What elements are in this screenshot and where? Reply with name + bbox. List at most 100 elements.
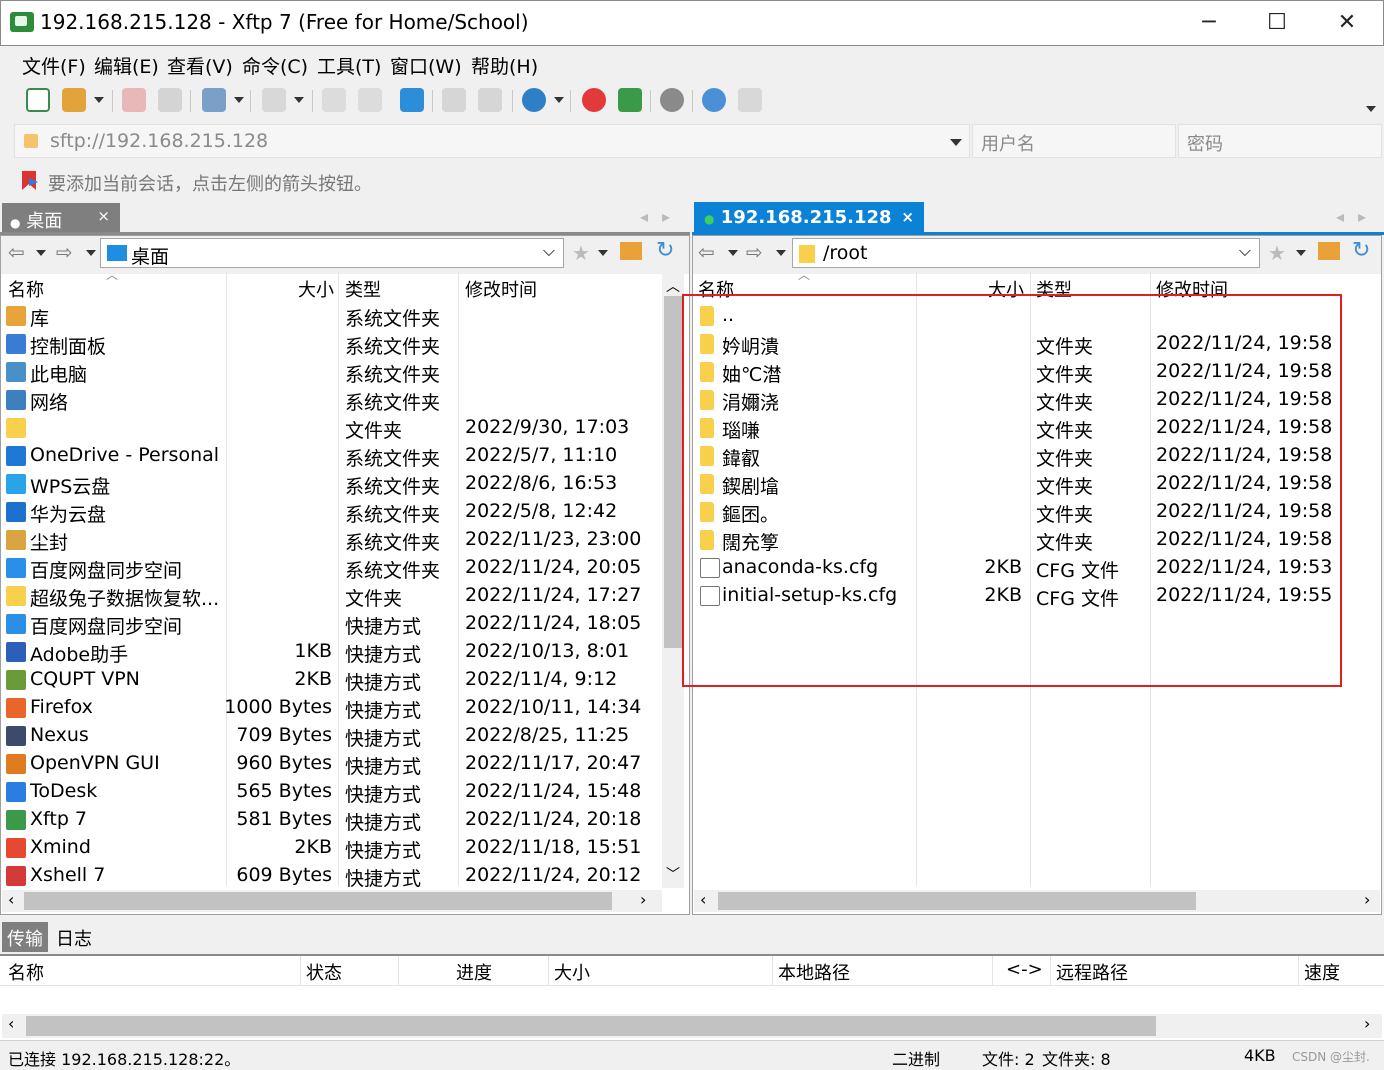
local-home-folder-icon[interactable] — [620, 242, 642, 260]
open-dropdown-icon[interactable] — [94, 97, 104, 103]
local-back-icon[interactable]: ⇦ — [8, 240, 25, 264]
table-row[interactable]: Firefox 1000 Bytes 快捷方式 2022/10/11, 14:34 — [2, 694, 660, 722]
scroll-right-icon[interactable]: › — [1364, 890, 1370, 909]
table-row[interactable]: 尘封 系统文件夹 2022/11/23, 23:00 — [2, 526, 660, 554]
sync-icon[interactable] — [400, 88, 424, 112]
menu-tools[interactable]: 工具(T) — [317, 52, 381, 79]
scroll-right-icon[interactable]: › — [1364, 1014, 1370, 1033]
transfer-col-name[interactable]: 名称 — [8, 959, 44, 985]
local-hscroll-thumb[interactable] — [24, 892, 612, 910]
tab-local-close-button[interactable]: × — [97, 207, 110, 225]
local-vscroll-thumb[interactable] — [664, 296, 682, 648]
remote-path-dropdown-icon[interactable]: ⌵ — [1239, 241, 1251, 261]
remote-favorite-star-icon[interactable]: ★ — [1268, 241, 1286, 265]
table-row[interactable]: CQUPT VPN 2KB 快捷方式 2022/11/4, 9:12 — [2, 666, 660, 694]
transfer-col-progress[interactable]: 进度 — [456, 959, 492, 985]
tab-local-desktop[interactable]: ● 桌面 × — [2, 203, 120, 233]
table-row[interactable]: Xshell 7 609 Bytes 快捷方式 2022/11/24, 20:12 — [2, 862, 660, 890]
xftp-icon[interactable] — [618, 88, 642, 112]
menu-help[interactable]: 帮助(H) — [471, 52, 538, 79]
globe-icon[interactable] — [522, 88, 546, 112]
local-forward-dropdown-icon[interactable] — [86, 250, 96, 256]
paste-icon[interactable] — [478, 88, 502, 112]
address-input[interactable]: sftp://192.168.215.128 — [50, 130, 268, 152]
remote-back-dropdown-icon[interactable] — [728, 250, 738, 256]
settings-gear-icon[interactable] — [660, 88, 684, 112]
transfer-hscroll-thumb[interactable] — [26, 1016, 1156, 1036]
upload-icon[interactable] — [322, 88, 346, 112]
tab-log[interactable]: 日志 — [56, 925, 92, 951]
tab-remote-close-button[interactable]: × — [901, 208, 914, 226]
maximize-button[interactable]: ☐ — [1254, 8, 1300, 38]
table-row[interactable]: OneDrive - Personal 系统文件夹 2022/5/7, 11:10 — [2, 442, 660, 470]
view-dropdown-icon[interactable] — [294, 97, 304, 103]
tab-scroll-left-icon[interactable]: ◂ — [640, 207, 648, 226]
menu-edit[interactable]: 编辑(E) — [94, 52, 159, 79]
table-row[interactable]: 此电脑 系统文件夹 — [2, 358, 660, 386]
table-row[interactable]: 网络 系统文件夹 — [2, 386, 660, 414]
table-row[interactable]: 库 系统文件夹 — [2, 302, 660, 330]
local-col-size[interactable]: 大小 — [298, 276, 334, 302]
menu-file[interactable]: 文件(F) — [22, 52, 86, 79]
local-favorite-dropdown-icon[interactable] — [598, 250, 608, 256]
tab-scroll-left-icon[interactable]: ◂ — [1336, 207, 1344, 226]
menu-command[interactable]: 命令(C) — [242, 52, 308, 79]
local-path-input[interactable]: 桌面 ⌵ — [100, 238, 564, 268]
table-row[interactable]: 文件夹 2022/9/30, 17:03 — [2, 414, 660, 442]
help-icon[interactable] — [702, 88, 726, 112]
local-col-type[interactable]: 类型 — [345, 276, 381, 302]
address-dropdown-icon[interactable] — [950, 139, 962, 146]
xshell-icon[interactable] — [582, 88, 606, 112]
scroll-right-icon[interactable]: › — [640, 890, 646, 909]
menu-view[interactable]: 查看(V) — [167, 52, 233, 79]
local-back-dropdown-icon[interactable] — [36, 250, 46, 256]
remote-hscroll-thumb[interactable] — [718, 892, 1196, 910]
transfer-col-remote-path[interactable]: 远程路径 — [1056, 959, 1128, 985]
table-row[interactable]: 华为云盘 系统文件夹 2022/5/8, 12:42 — [2, 498, 660, 526]
table-row[interactable]: Xmind 2KB 快捷方式 2022/11/18, 15:51 — [2, 834, 660, 862]
local-col-mtime[interactable]: 修改时间 — [465, 276, 537, 302]
local-col-name[interactable]: 名称 — [8, 276, 44, 302]
tab-remote-session[interactable]: ● 192.168.215.128 × — [694, 202, 924, 234]
scroll-down-icon[interactable]: ﹀ — [666, 864, 680, 884]
menu-window[interactable]: 窗口(W) — [390, 52, 462, 79]
disconnect-icon[interactable] — [122, 88, 146, 112]
remote-forward-icon[interactable]: ⇨ — [746, 240, 763, 264]
transfer-col-speed[interactable]: 速度 — [1304, 959, 1340, 985]
table-row[interactable]: 百度网盘同步空间 系统文件夹 2022/11/24, 20:05 — [2, 554, 660, 582]
remote-refresh-icon[interactable]: ↻ — [1352, 238, 1370, 263]
remote-path-input[interactable]: /root ⌵ — [792, 238, 1260, 268]
table-row[interactable]: Xftp 7 581 Bytes 快捷方式 2022/11/24, 20:18 — [2, 806, 660, 834]
table-row[interactable]: OpenVPN GUI 960 Bytes 快捷方式 2022/11/17, 20:4… — [2, 750, 660, 778]
scroll-left-icon[interactable]: ‹ — [8, 890, 14, 909]
transfer-col-local-path[interactable]: 本地路径 — [778, 959, 850, 985]
password-field[interactable]: 密码 — [1178, 124, 1382, 158]
table-row[interactable]: Nexus 709 Bytes 快捷方式 2022/8/25, 11:25 — [2, 722, 660, 750]
local-refresh-icon[interactable]: ↻ — [656, 238, 674, 263]
transfer-col-direction[interactable]: <-> — [1006, 959, 1043, 980]
close-button[interactable]: ✕ — [1324, 8, 1370, 38]
table-row[interactable]: 百度网盘同步空间 快捷方式 2022/11/24, 18:05 — [2, 610, 660, 638]
scroll-left-icon[interactable]: ‹ — [8, 1014, 14, 1033]
scroll-up-icon[interactable]: ︿ — [666, 276, 680, 296]
local-forward-icon[interactable]: ⇨ — [56, 240, 73, 264]
reconnect-icon[interactable] — [158, 88, 182, 112]
table-row[interactable]: 控制面板 系统文件夹 — [2, 330, 660, 358]
open-folder-icon[interactable] — [62, 88, 86, 112]
tab-scroll-right-icon[interactable]: ▸ — [1358, 207, 1366, 226]
copy-icon[interactable] — [442, 88, 466, 112]
username-field[interactable]: 用户名 — [972, 124, 1176, 158]
transfer-col-size[interactable]: 大小 — [554, 959, 590, 985]
remote-favorite-dropdown-icon[interactable] — [1296, 250, 1306, 256]
remote-forward-dropdown-icon[interactable] — [776, 250, 786, 256]
chat-icon[interactable] — [738, 88, 762, 112]
download-icon[interactable] — [358, 88, 382, 112]
remote-home-folder-icon[interactable] — [1318, 242, 1340, 260]
tab-scroll-right-icon[interactable]: ▸ — [662, 207, 670, 226]
scroll-left-icon[interactable]: ‹ — [700, 890, 706, 909]
transfer-mode[interactable]: 二进制 — [892, 1046, 940, 1070]
minimize-button[interactable]: ─ — [1186, 8, 1232, 38]
bookmark-arrow-icon[interactable] — [20, 170, 40, 192]
local-path-dropdown-icon[interactable]: ⌵ — [543, 241, 555, 261]
globe-dropdown-icon[interactable] — [554, 97, 564, 103]
